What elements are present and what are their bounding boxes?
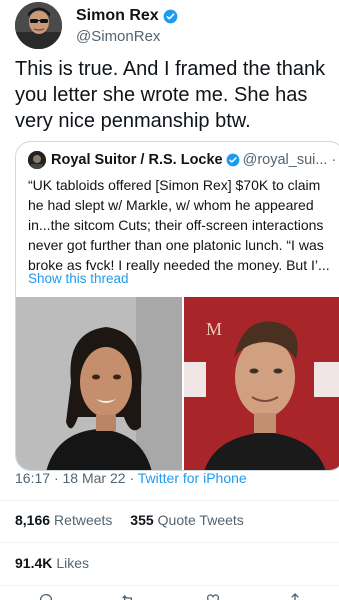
- retweets-stat[interactable]: 8,166 Retweets: [15, 512, 126, 528]
- tweet-meta: 16:17 · 18 Mar 22 · Twitter for iPhone: [15, 470, 247, 486]
- backdrop-letter: M: [206, 319, 222, 339]
- photo-woman[interactable]: [16, 297, 182, 470]
- divider: [0, 585, 339, 586]
- show-thread-link[interactable]: Show this thread: [28, 271, 129, 286]
- likes-label: Likes: [56, 555, 90, 571]
- quoted-text-line: in...the sitcom Cuts; their off-screen i…: [28, 217, 324, 233]
- quotes-count: 355: [130, 512, 154, 528]
- engagement-stats: 8,166 Retweets 355 Quote Tweets: [15, 512, 258, 528]
- quoted-media[interactable]: M: [16, 297, 339, 470]
- divider: [0, 542, 339, 543]
- author-display-name[interactable]: Simon Rex: [76, 7, 159, 25]
- tweet-date[interactable]: 18 Mar 22: [63, 470, 126, 486]
- tweet-time[interactable]: 16:17: [15, 470, 50, 486]
- separator-dot: ·: [53, 470, 63, 486]
- quoted-author-handle: @royal_sui...: [242, 152, 328, 168]
- likes-count: 91.4K: [15, 555, 53, 571]
- photo-man[interactable]: M: [184, 297, 339, 470]
- verified-badge-icon: [226, 153, 240, 167]
- tweet-source[interactable]: Twitter for iPhone: [138, 470, 247, 486]
- separator-dot: ·: [331, 152, 337, 168]
- author-avatar[interactable]: [15, 2, 62, 49]
- author-handle[interactable]: @SimonRex: [76, 28, 160, 45]
- retweets-label: Retweets: [54, 512, 113, 528]
- quotes-label: Quote Tweets: [157, 512, 244, 528]
- tweet-text: This is true. And I framed the thank you…: [15, 58, 326, 132]
- separator-dot: ·: [129, 470, 138, 486]
- verified-badge-icon: [163, 9, 178, 24]
- quoted-text-line: never got further than one platonic lunc…: [28, 237, 324, 253]
- quoted-text-line: “UK tabloids offered [Simon Rex] $70K to…: [28, 177, 321, 193]
- likes-stat[interactable]: 91.4K Likes: [15, 555, 89, 571]
- tweet-header: Simon Rex @SimonRex: [15, 2, 335, 50]
- quoted-tweet[interactable]: Royal Suitor / R.S. Locke @royal_sui... …: [15, 141, 339, 471]
- like-icon[interactable]: [205, 592, 221, 600]
- action-bar: [0, 592, 339, 600]
- reply-icon[interactable]: [38, 592, 54, 600]
- quoted-author-name: Royal Suitor / R.S. Locke: [51, 152, 223, 168]
- quoted-author-avatar: [28, 151, 46, 169]
- quoted-text-line: he had slept w/ Markle, w/ whom he appea…: [28, 197, 314, 213]
- quoted-text: “UK tabloids offered [Simon Rex] $70K to…: [28, 175, 339, 275]
- share-icon[interactable]: [287, 592, 303, 600]
- retweet-icon[interactable]: [120, 592, 136, 600]
- divider: [0, 500, 339, 501]
- retweets-count: 8,166: [15, 512, 51, 528]
- quotes-stat[interactable]: 355 Quote Tweets: [130, 512, 258, 528]
